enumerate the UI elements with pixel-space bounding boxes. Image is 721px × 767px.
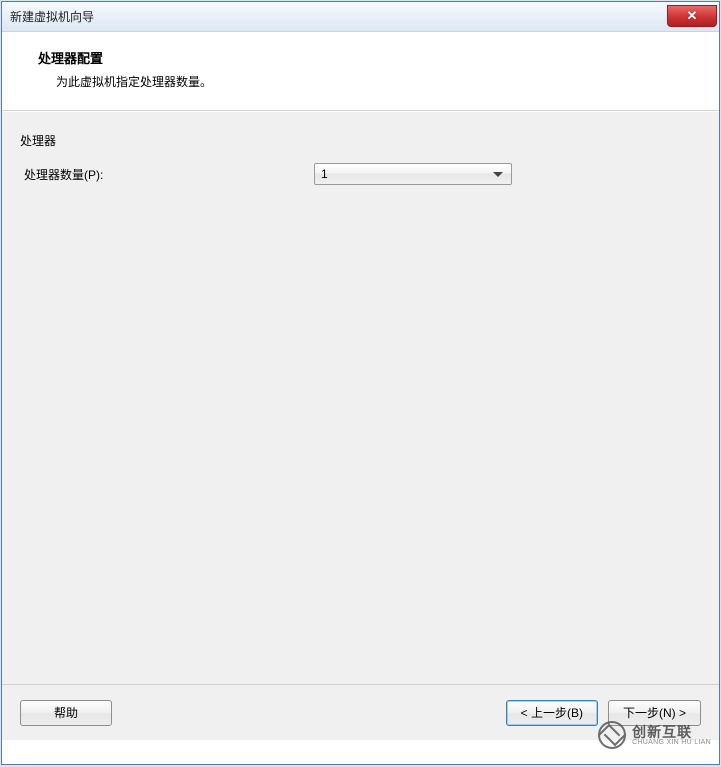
brand-watermark: 创新互联 CHUANG XIN HU LIAN xyxy=(598,721,711,749)
brand-logo-icon xyxy=(598,721,626,749)
help-button[interactable]: 帮助 xyxy=(20,700,112,726)
close-button[interactable]: ✕ xyxy=(667,5,717,27)
brand-en: CHUANG XIN HU LIAN xyxy=(632,739,711,746)
processor-fieldset: 处理器 处理器数量(P): 1 xyxy=(2,112,719,185)
processor-count-value: 1 xyxy=(321,167,493,181)
brand-text: 创新互联 CHUANG XIN HU LIAN xyxy=(632,725,711,746)
wizard-header: 处理器配置 为此虚拟机指定处理器数量。 xyxy=(2,32,719,111)
group-label-processor: 处理器 xyxy=(20,132,707,149)
titlebar: 新建虚拟机向导 ✕ xyxy=(2,2,719,32)
back-button[interactable]: < 上一步(B) xyxy=(506,700,598,726)
window-title: 新建虚拟机向导 xyxy=(10,8,94,25)
page-subtitle: 为此虚拟机指定处理器数量。 xyxy=(56,73,695,90)
processor-count-label: 处理器数量(P): xyxy=(24,166,314,183)
close-icon: ✕ xyxy=(687,8,698,24)
wizard-content: 处理器 处理器数量(P): 1 xyxy=(2,111,719,684)
processor-count-select[interactable]: 1 xyxy=(314,163,512,185)
processor-count-row: 处理器数量(P): 1 xyxy=(24,163,707,185)
page-title: 处理器配置 xyxy=(38,48,695,67)
brand-cn: 创新互联 xyxy=(632,725,711,739)
wizard-window: 新建虚拟机向导 ✕ 处理器配置 为此虚拟机指定处理器数量。 处理器 处理器数量(… xyxy=(1,1,720,765)
chevron-down-icon xyxy=(493,172,503,177)
